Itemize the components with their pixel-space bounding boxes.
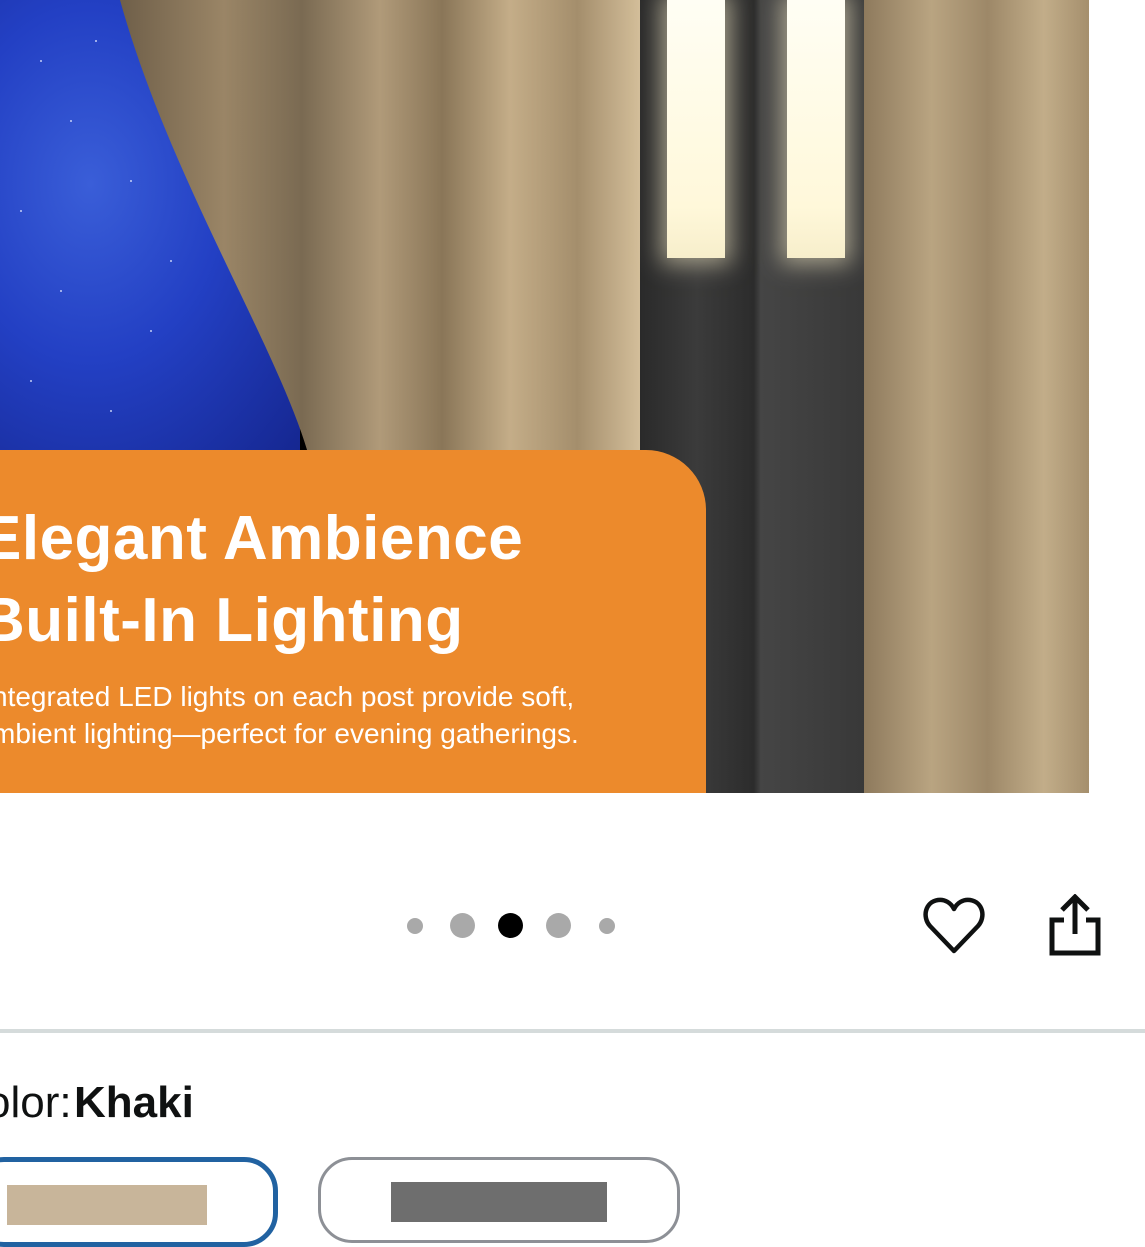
star (40, 60, 42, 62)
star (70, 120, 72, 122)
section-divider (0, 1029, 1145, 1033)
carousel-dot[interactable] (546, 913, 571, 938)
product-image[interactable]: Elegant Ambience Built-In Lighting ntegr… (0, 0, 1089, 793)
swatch-color (7, 1185, 207, 1225)
carousel-dot-active[interactable] (498, 913, 523, 938)
feature-description: ntegrated LED lights on each post provid… (0, 678, 579, 752)
variation-selected-value: Khaki (74, 1078, 194, 1127)
headline-line: Elegant Ambience (0, 504, 524, 573)
star (60, 290, 62, 292)
swatch-gray[interactable] (318, 1157, 680, 1243)
heart-icon (923, 897, 985, 954)
star (30, 380, 32, 382)
led-light-strip (667, 0, 725, 258)
swatch-khaki[interactable] (0, 1157, 278, 1247)
swatch-color (391, 1182, 607, 1222)
headline-line: Built-In Lighting (0, 586, 464, 655)
wishlist-button[interactable] (923, 896, 985, 956)
right-curtain (864, 0, 1089, 793)
description-line: mbient lighting—perfect for evening gath… (0, 718, 579, 749)
led-light-strip (787, 0, 845, 258)
carousel-dot[interactable] (407, 918, 423, 934)
share-icon (1049, 893, 1101, 956)
carousel-dot[interactable] (599, 918, 615, 934)
description-line: ntegrated LED lights on each post provid… (0, 681, 575, 712)
variation-label: olor: (0, 1078, 72, 1127)
share-button[interactable] (1048, 893, 1102, 956)
feature-headline: Elegant Ambience Built-In Lighting (0, 498, 523, 662)
carousel-dot[interactable] (450, 913, 475, 938)
star (95, 40, 97, 42)
star (20, 210, 22, 212)
